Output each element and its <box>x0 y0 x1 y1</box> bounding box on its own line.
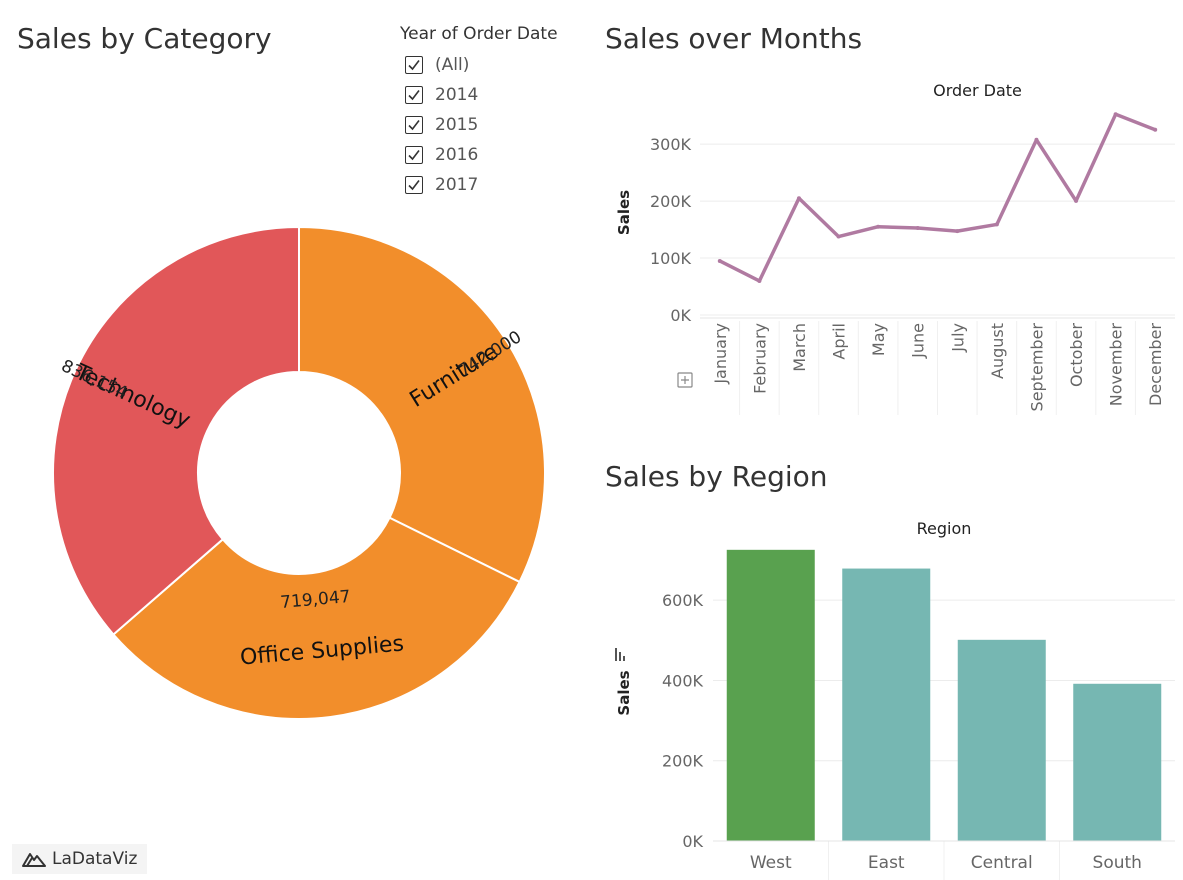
checkbox[interactable] <box>405 146 423 164</box>
filter-item-label: 2015 <box>435 115 479 135</box>
y-tick-label: 200K <box>650 192 692 211</box>
line-point[interactable] <box>836 234 841 239</box>
x-tick-label: July <box>948 323 967 353</box>
filter-item-label: 2017 <box>435 175 479 195</box>
filter-item-1[interactable]: 2014 <box>400 80 558 110</box>
line-point[interactable] <box>796 196 801 201</box>
bar-west[interactable] <box>726 549 815 841</box>
x-tick-label: South <box>1093 853 1142 873</box>
y-tick-label: 0K <box>670 306 691 325</box>
filter-item-label: 2014 <box>435 85 479 105</box>
y-tick-label: 400K <box>662 671 704 690</box>
months-line-chart: Order Date Sales 0K 100K 200K 300K January Febr… <box>615 81 1175 415</box>
x-tick-label: June <box>909 323 928 359</box>
x-tick-label: March <box>790 323 809 372</box>
checkbox[interactable] <box>405 86 423 104</box>
filter-item-label: (All) <box>435 55 470 75</box>
bar-central[interactable] <box>957 639 1046 841</box>
y-tick-label: 300K <box>650 135 692 154</box>
x-tick-label: February <box>750 323 769 394</box>
bar-east[interactable] <box>842 568 931 841</box>
bar-chart-title: Region <box>917 519 972 538</box>
line-chart-ylabel: Sales <box>615 190 633 235</box>
line-point[interactable] <box>757 278 762 283</box>
filter-item-0[interactable]: (All) <box>400 50 558 80</box>
line-point[interactable] <box>1034 137 1039 142</box>
check-icon <box>408 120 420 131</box>
check-icon <box>408 60 420 71</box>
region-bar-chart: Region Sales 0K 200K 400K 600K West East Central… <box>615 519 1175 880</box>
check-icon <box>408 150 420 161</box>
sales-by-region-title: Sales by Region <box>605 460 828 493</box>
sales-line[interactable] <box>719 112 1156 283</box>
line-point[interactable] <box>915 226 920 231</box>
line-point[interactable] <box>717 258 722 263</box>
x-tick-label: May <box>869 323 888 356</box>
check-icon <box>408 180 420 191</box>
line-chart-title: Order Date <box>933 81 1022 100</box>
line-point[interactable] <box>994 222 999 227</box>
filter-item-3[interactable]: 2016 <box>400 140 558 170</box>
x-tick-label: August <box>988 323 1007 379</box>
expand-icon[interactable] <box>677 372 693 388</box>
year-filter-title: Year of Order Date <box>400 24 558 44</box>
sort-icon[interactable] <box>615 648 625 661</box>
y-tick-label: 100K <box>650 249 692 268</box>
line-point[interactable] <box>955 229 960 234</box>
line-point[interactable] <box>876 224 881 229</box>
x-tick-label: East <box>868 853 905 873</box>
filter-item-label: 2016 <box>435 145 479 165</box>
x-tick-label: November <box>1107 323 1126 407</box>
y-tick-label: 0K <box>682 832 703 851</box>
mountain-logo-icon <box>22 853 46 867</box>
x-tick-label: West <box>750 853 792 873</box>
y-tick-label: 200K <box>662 752 704 771</box>
x-tick-label: April <box>830 323 849 360</box>
x-tick-label: October <box>1067 323 1086 387</box>
bar-chart-ylabel: Sales <box>615 670 633 715</box>
checkbox[interactable] <box>405 56 423 74</box>
category-donut-chart: Furniture742,000Office Supplies719,047Te… <box>52 225 546 720</box>
checkbox[interactable] <box>405 176 423 194</box>
line-point[interactable] <box>1113 112 1118 117</box>
ladataviz-logo: LaDataViz <box>12 844 148 874</box>
line-point[interactable] <box>1153 127 1158 132</box>
line-point[interactable] <box>1074 198 1079 203</box>
x-tick-label: December <box>1146 323 1165 406</box>
sales-by-category-title: Sales by Category <box>17 22 272 55</box>
x-tick-label: September <box>1027 323 1046 412</box>
year-filter: Year of Order Date (All) 2014 2015 2016 2017 <box>400 24 558 200</box>
check-icon <box>408 90 420 101</box>
filter-item-2[interactable]: 2015 <box>400 110 558 140</box>
logo-text: LaDataViz <box>52 849 138 869</box>
bar-south[interactable] <box>1073 683 1162 841</box>
x-tick-label: Central <box>971 853 1033 873</box>
sales-over-months-title: Sales over Months <box>605 22 863 55</box>
checkbox[interactable] <box>405 116 423 134</box>
filter-item-4[interactable]: 2017 <box>400 170 558 200</box>
x-tick-label: January <box>711 323 730 385</box>
y-tick-label: 600K <box>662 591 704 610</box>
